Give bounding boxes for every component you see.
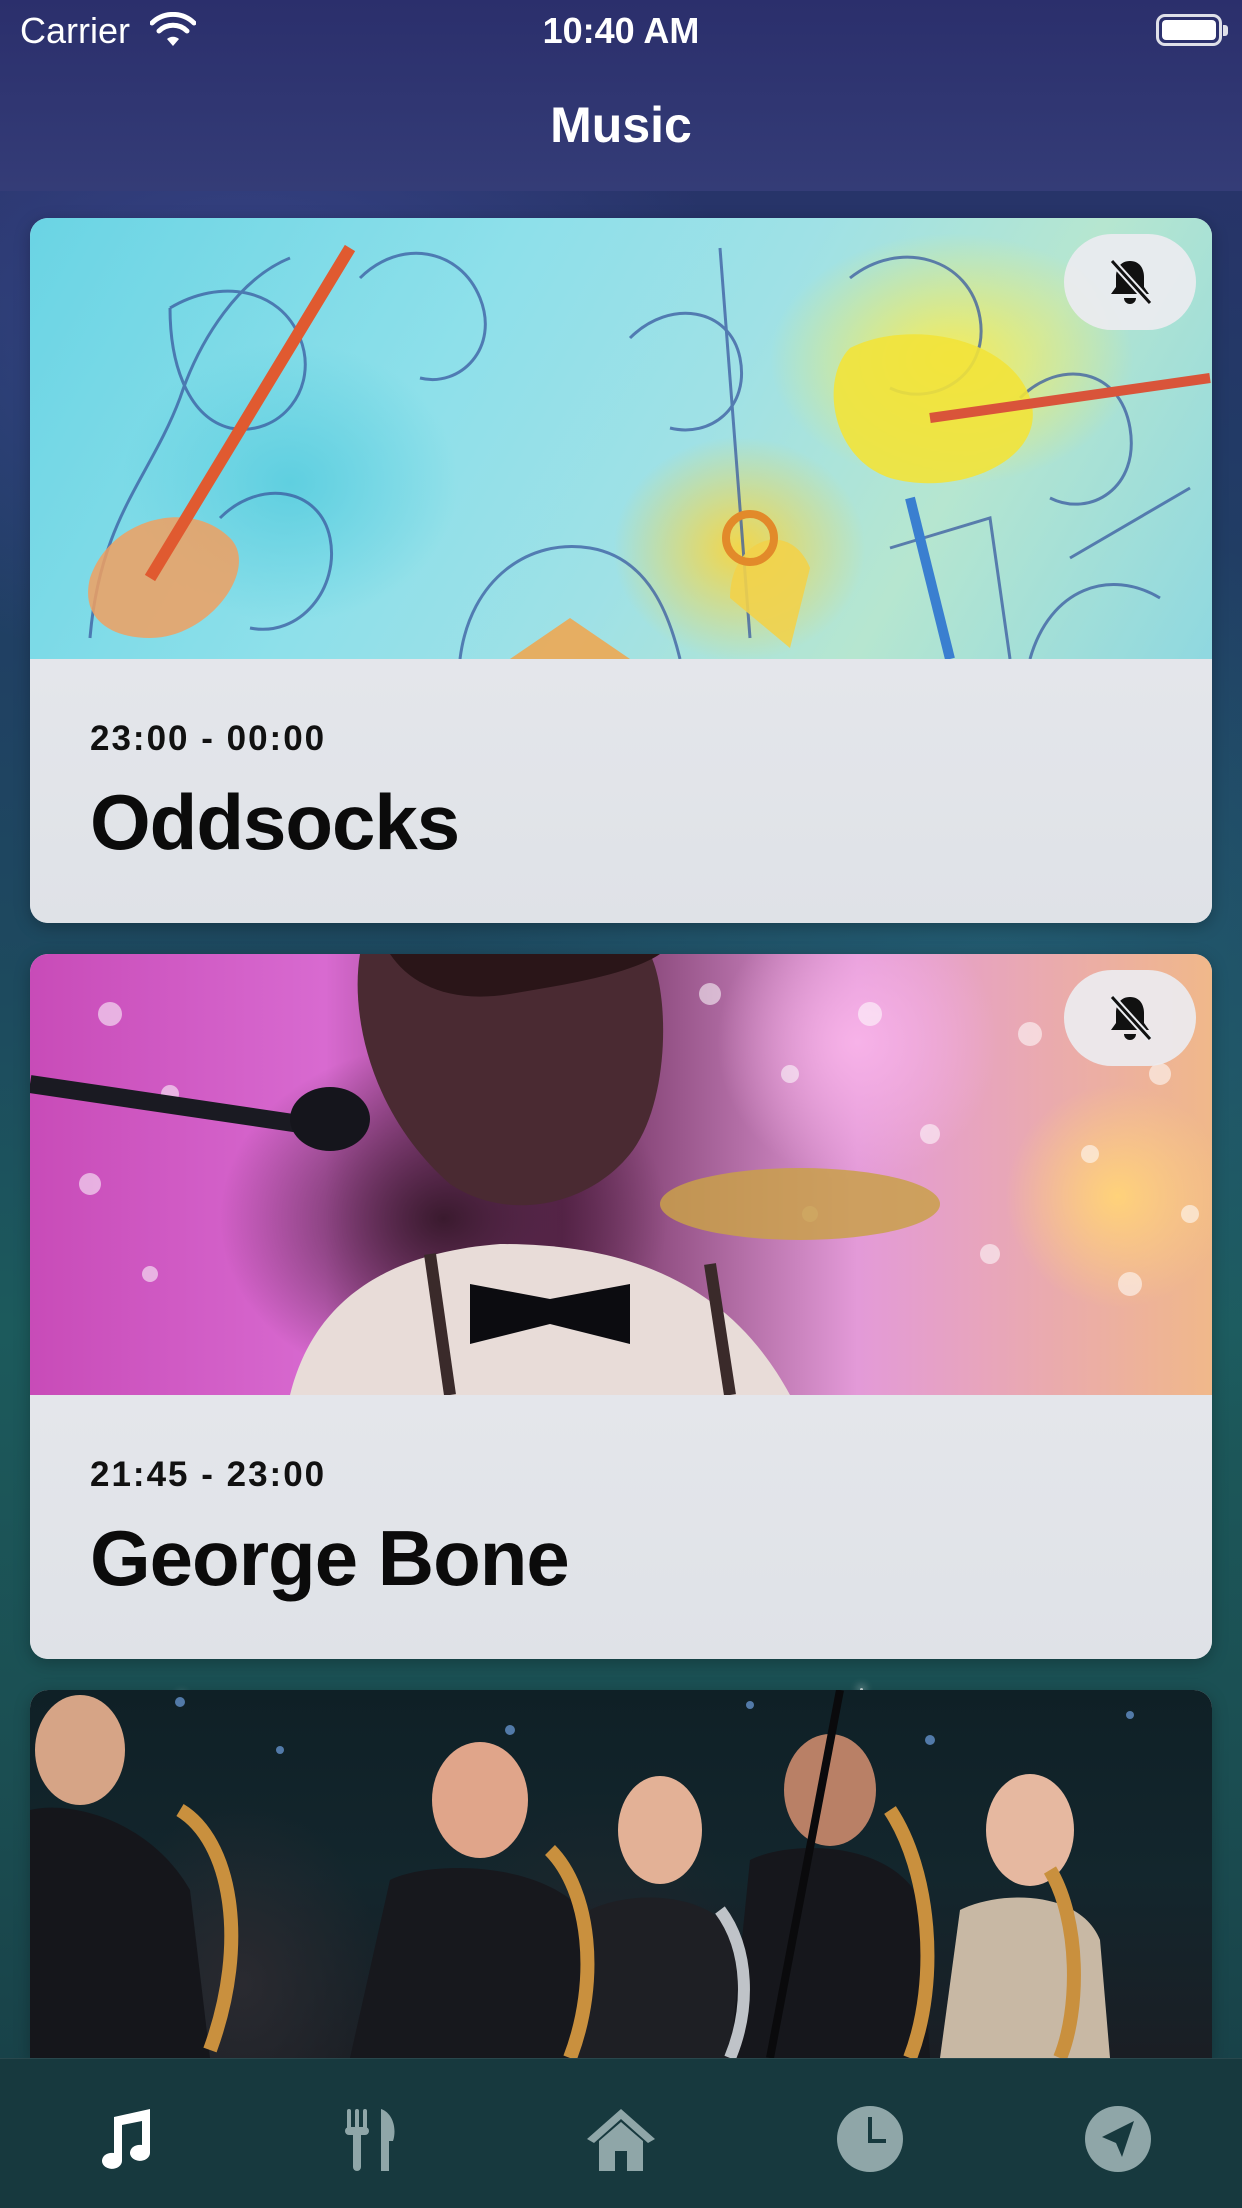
fork-knife-icon — [345, 2109, 395, 2171]
location-arrow-icon — [1085, 2106, 1151, 2172]
event-time: 21:45 - 23:00 — [90, 1455, 327, 1494]
event-card[interactable] — [30, 1690, 1212, 2058]
event-image — [30, 218, 1212, 659]
event-title: Oddsocks — [90, 778, 460, 866]
tab-bar — [0, 2058, 1242, 2208]
clock-time: 10:40 AM — [542, 10, 700, 51]
tab-home[interactable] — [581, 2099, 661, 2179]
tab-music[interactable] — [84, 2099, 164, 2179]
george-bone-photo — [30, 954, 1199, 1395]
event-image — [30, 954, 1212, 1395]
event-details: 21:45 - 23:00 George Bone — [30, 1395, 1212, 1659]
tab-directions[interactable] — [1078, 2099, 1158, 2179]
tab-dining[interactable] — [333, 2099, 413, 2179]
event-card[interactable]: 21:45 - 23:00 George Bone — [30, 954, 1212, 1659]
notify-toggle-button[interactable] — [1064, 234, 1196, 330]
navigation-bar: Carrier 10:40 AM Music — [0, 0, 1242, 191]
event-time: 23:00 - 00:00 — [90, 719, 327, 758]
clock-icon — [837, 2106, 903, 2172]
event-details: 23:00 - 00:00 Oddsocks — [30, 659, 1212, 923]
page-title: Music — [550, 97, 692, 153]
tab-schedule[interactable] — [830, 2099, 910, 2179]
bell-slash-icon — [1109, 258, 1153, 306]
status-bar: Carrier 10:40 AM — [0, 0, 1242, 62]
music-note-icon — [102, 2109, 150, 2169]
event-title: George Bone — [90, 1514, 570, 1602]
event-image — [30, 1690, 1212, 2058]
battery-icon — [1156, 14, 1228, 46]
saxophone-band-photo — [30, 1690, 1134, 2058]
notify-toggle-button[interactable] — [1064, 970, 1196, 1066]
house-icon — [587, 2109, 655, 2171]
oddsocks-artwork — [88, 244, 1211, 659]
bell-slash-icon — [1109, 994, 1153, 1042]
event-card[interactable]: 23:00 - 00:00 Oddsocks — [30, 218, 1212, 923]
